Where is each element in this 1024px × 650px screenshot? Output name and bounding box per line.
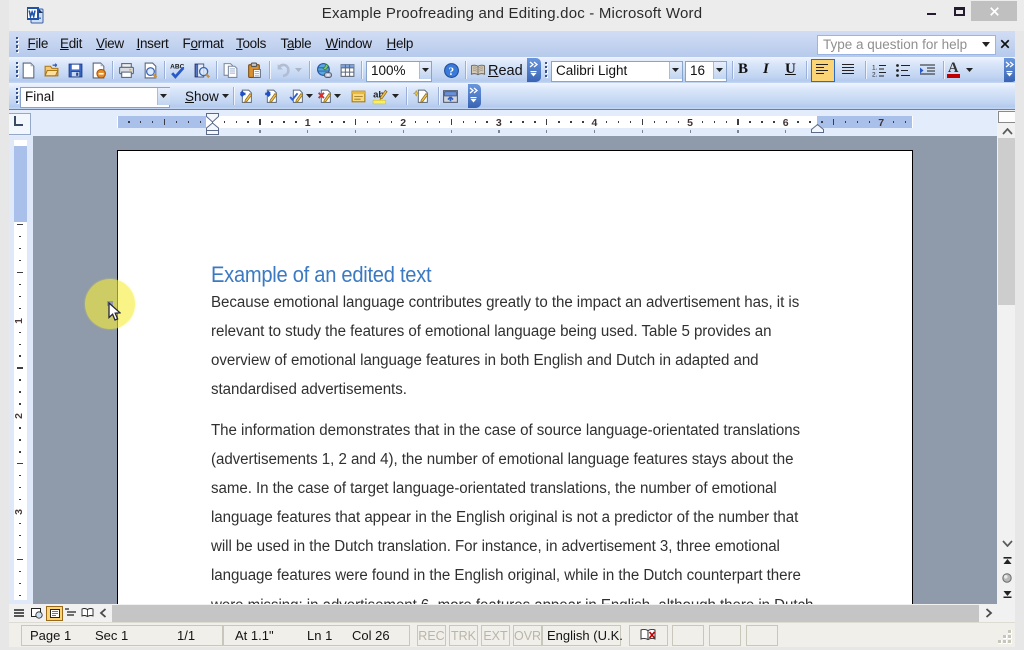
svg-text:2.: 2. xyxy=(872,71,878,77)
svg-text:1.: 1. xyxy=(872,64,878,71)
svg-text:?: ? xyxy=(448,65,454,77)
